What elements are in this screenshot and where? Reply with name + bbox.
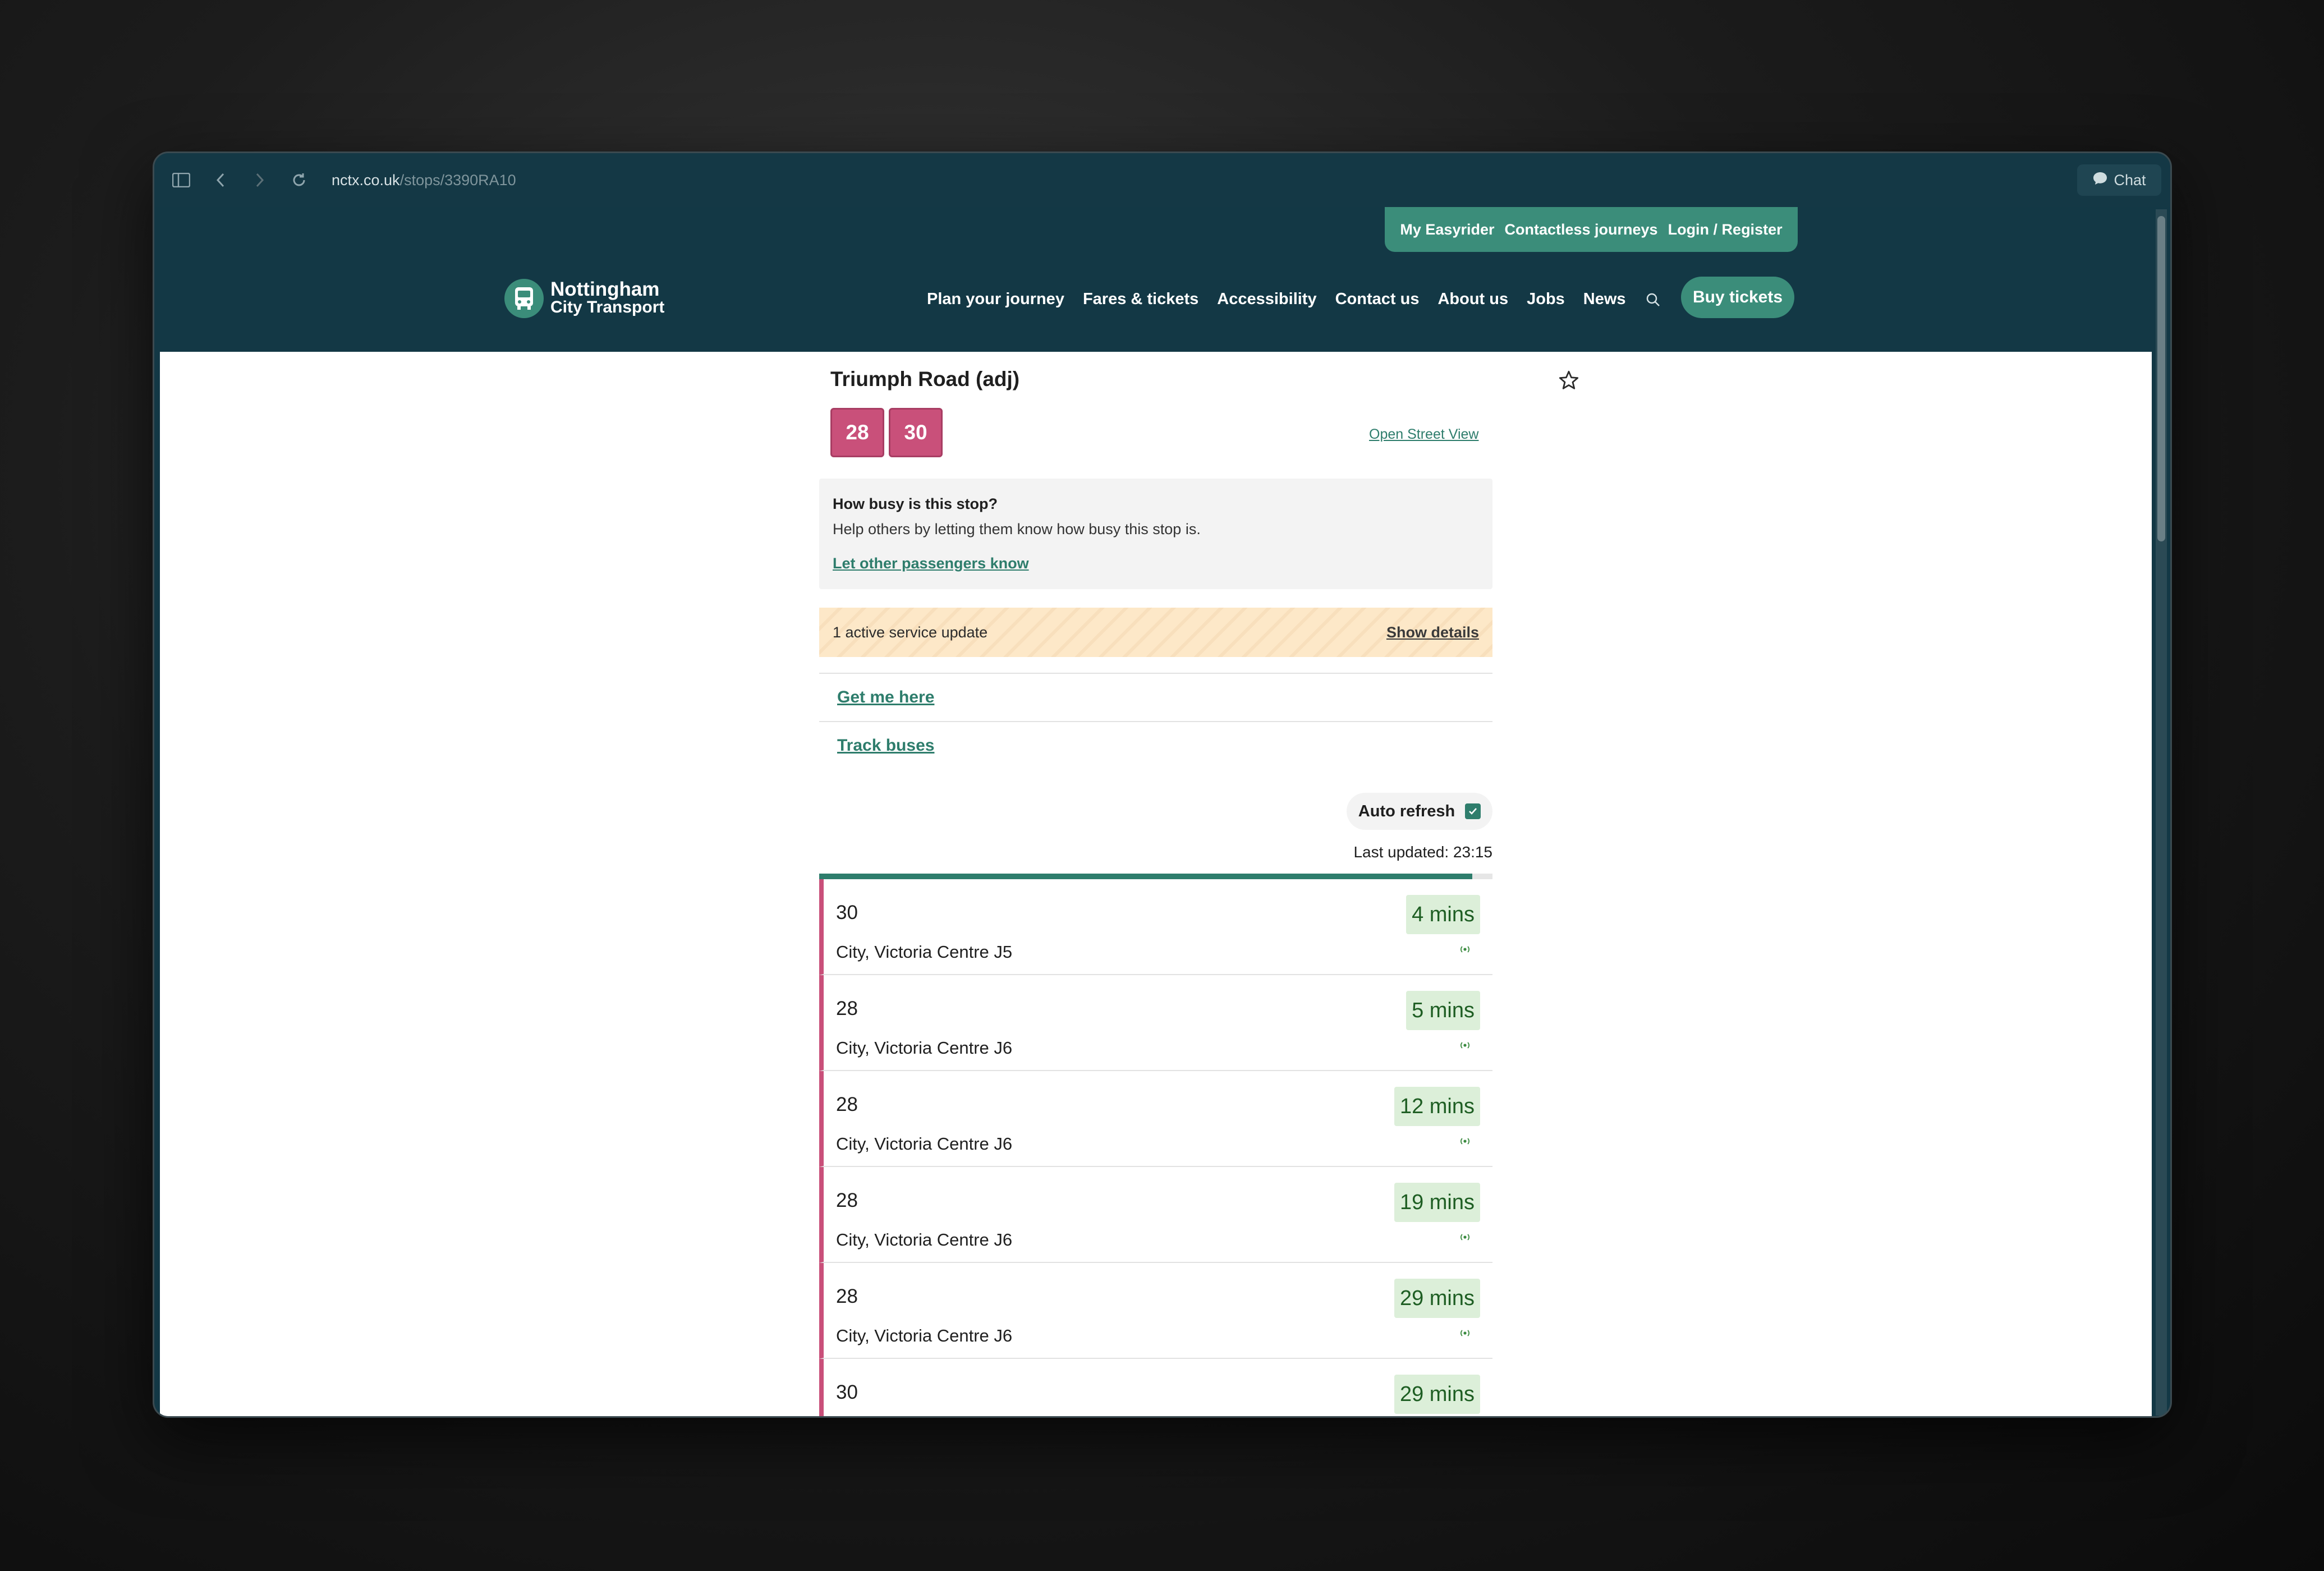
- departure-route: 28: [836, 1189, 858, 1211]
- service-update-text: 1 active service update: [833, 623, 988, 641]
- reload-icon[interactable]: [289, 170, 309, 190]
- departure-route: 30: [836, 902, 858, 924]
- departure-time-badge: 4 mins: [1406, 895, 1480, 934]
- nav-jobs[interactable]: Jobs: [1527, 290, 1565, 309]
- refresh-progress-fill: [819, 874, 1472, 879]
- departure-row[interactable]: 30 City, Victoria Centre J5 4 mins: [819, 879, 1492, 975]
- forward-icon[interactable]: [250, 170, 270, 190]
- track-buses-link[interactable]: Track buses: [837, 736, 934, 755]
- utility-nav: My Easyrider Contactless journeys Login …: [1385, 207, 1798, 252]
- busy-stop-panel: How busy is this stop? Help others by le…: [819, 479, 1492, 589]
- let-passengers-know-link[interactable]: Let other passengers know: [833, 555, 1029, 572]
- stop-title: Triumph Road (adj): [830, 368, 1020, 391]
- logo-wordmark: Nottingham City Transport: [550, 278, 665, 316]
- busy-question: How busy is this stop?: [833, 495, 998, 512]
- route-badge-30[interactable]: 30: [889, 408, 943, 457]
- chat-bubble-icon: [2092, 171, 2108, 190]
- buy-tickets-button[interactable]: Buy tickets: [1681, 277, 1794, 318]
- auto-refresh-label: Auto refresh: [1358, 802, 1455, 820]
- nav-about-us[interactable]: About us: [1437, 290, 1508, 309]
- nav-fares-tickets[interactable]: Fares & tickets: [1083, 290, 1198, 309]
- departures-list: 30 City, Victoria Centre J5 4 mins 28 City, …: [819, 879, 1492, 1416]
- refresh-progress-bar: [819, 874, 1492, 879]
- chat-label: Chat: [2114, 171, 2146, 189]
- departure-row[interactable]: 28 City, Victoria Centre J6 5 mins: [819, 975, 1492, 1071]
- search-icon[interactable]: [1645, 291, 1661, 308]
- address-bar[interactable]: nctx.co.uk/stops/3390RA10: [332, 169, 516, 191]
- utility-link-contactless[interactable]: Contactless journeys: [1504, 221, 1657, 238]
- live-tracking-icon: [1459, 1231, 1471, 1243]
- departure-destination: City, Victoria Centre J6: [836, 1038, 1013, 1058]
- page-content: Triumph Road (adj) 28 30 Open Street Vie…: [160, 352, 2152, 1416]
- bus-logo-icon: [504, 279, 544, 318]
- live-tracking-icon: [1459, 1039, 1471, 1051]
- departure-route: 28: [836, 998, 858, 1019]
- departure-time-badge: 12 mins: [1394, 1087, 1480, 1126]
- departure-row[interactable]: 28 City, Victoria Centre J6 29 mins: [819, 1263, 1492, 1359]
- get-me-here-row: Get me here: [819, 673, 1492, 721]
- site-header: My Easyrider Contactless journeys Login …: [160, 207, 2152, 352]
- service-update-banner: 1 active service update Show details: [819, 608, 1492, 657]
- last-updated: Last updated: 23:15: [1353, 843, 1492, 861]
- open-street-view-link[interactable]: Open Street View: [1369, 426, 1478, 443]
- live-tracking-icon: [1459, 1327, 1471, 1339]
- nav-accessibility[interactable]: Accessibility: [1217, 290, 1316, 309]
- departure-destination: City, Victoria Centre J5: [836, 942, 1013, 962]
- live-tracking-icon: [1459, 1135, 1471, 1147]
- track-buses-row: Track buses: [819, 721, 1492, 769]
- page-scrollbar[interactable]: [2156, 209, 2167, 1416]
- sidebar-toggle-icon[interactable]: [171, 170, 191, 190]
- departure-route: 30: [836, 1381, 858, 1403]
- main-nav: Plan your journey Fares & tickets Access…: [927, 290, 1661, 309]
- route-badge-28[interactable]: 28: [830, 408, 884, 457]
- chat-button[interactable]: Chat: [2077, 164, 2161, 196]
- url-host: nctx.co.uk: [332, 172, 400, 189]
- departure-route: 28: [836, 1094, 858, 1115]
- departure-destination: City, Victoria Centre J6: [836, 1134, 1013, 1154]
- departure-time-badge: 5 mins: [1406, 991, 1480, 1030]
- get-me-here-link[interactable]: Get me here: [837, 688, 934, 707]
- nav-contact-us[interactable]: Contact us: [1335, 290, 1420, 309]
- departure-time-badge: 29 mins: [1394, 1375, 1480, 1414]
- departure-row[interactable]: 28 City, Victoria Centre J6 19 mins: [819, 1167, 1492, 1263]
- browser-window: nctx.co.uk/stops/3390RA10 Chat My Easyri…: [153, 151, 2172, 1418]
- logo-line-1: Nottingham: [550, 278, 660, 300]
- favourite-star-icon[interactable]: [1557, 369, 1581, 392]
- nav-news[interactable]: News: [1583, 290, 1626, 309]
- back-icon[interactable]: [210, 170, 231, 190]
- utility-link-login[interactable]: Login / Register: [1668, 221, 1783, 238]
- departure-time-badge: 29 mins: [1394, 1279, 1480, 1318]
- logo-line-2: City Transport: [550, 298, 665, 316]
- departure-route: 28: [836, 1285, 858, 1307]
- departure-row[interactable]: 28 City, Victoria Centre J6 12 mins: [819, 1071, 1492, 1167]
- busy-help-text: Help others by letting them know how bus…: [833, 521, 1201, 538]
- browser-toolbar: nctx.co.uk/stops/3390RA10 Chat: [154, 153, 2170, 207]
- auto-refresh-toggle[interactable]: Auto refresh: [1347, 793, 1492, 830]
- departure-time-badge: 19 mins: [1394, 1183, 1480, 1222]
- route-badges: 28 30: [830, 408, 943, 457]
- live-tracking-icon: [1459, 943, 1471, 956]
- url-path: /stops/3390RA10: [399, 172, 516, 189]
- site-logo[interactable]: Nottingham City Transport: [504, 279, 664, 318]
- nav-plan-your-journey[interactable]: Plan your journey: [927, 290, 1064, 309]
- auto-refresh-checkbox[interactable]: [1465, 803, 1481, 819]
- departure-destination: City, Victoria Centre J6: [836, 1326, 1013, 1345]
- utility-link-my-easyrider[interactable]: My Easyrider: [1400, 221, 1494, 238]
- departure-row[interactable]: 30 29 mins: [819, 1359, 1492, 1416]
- show-details-link[interactable]: Show details: [1386, 624, 1479, 641]
- departure-destination: City, Victoria Centre J6: [836, 1230, 1013, 1250]
- scrollbar-thumb[interactable]: [2157, 216, 2165, 541]
